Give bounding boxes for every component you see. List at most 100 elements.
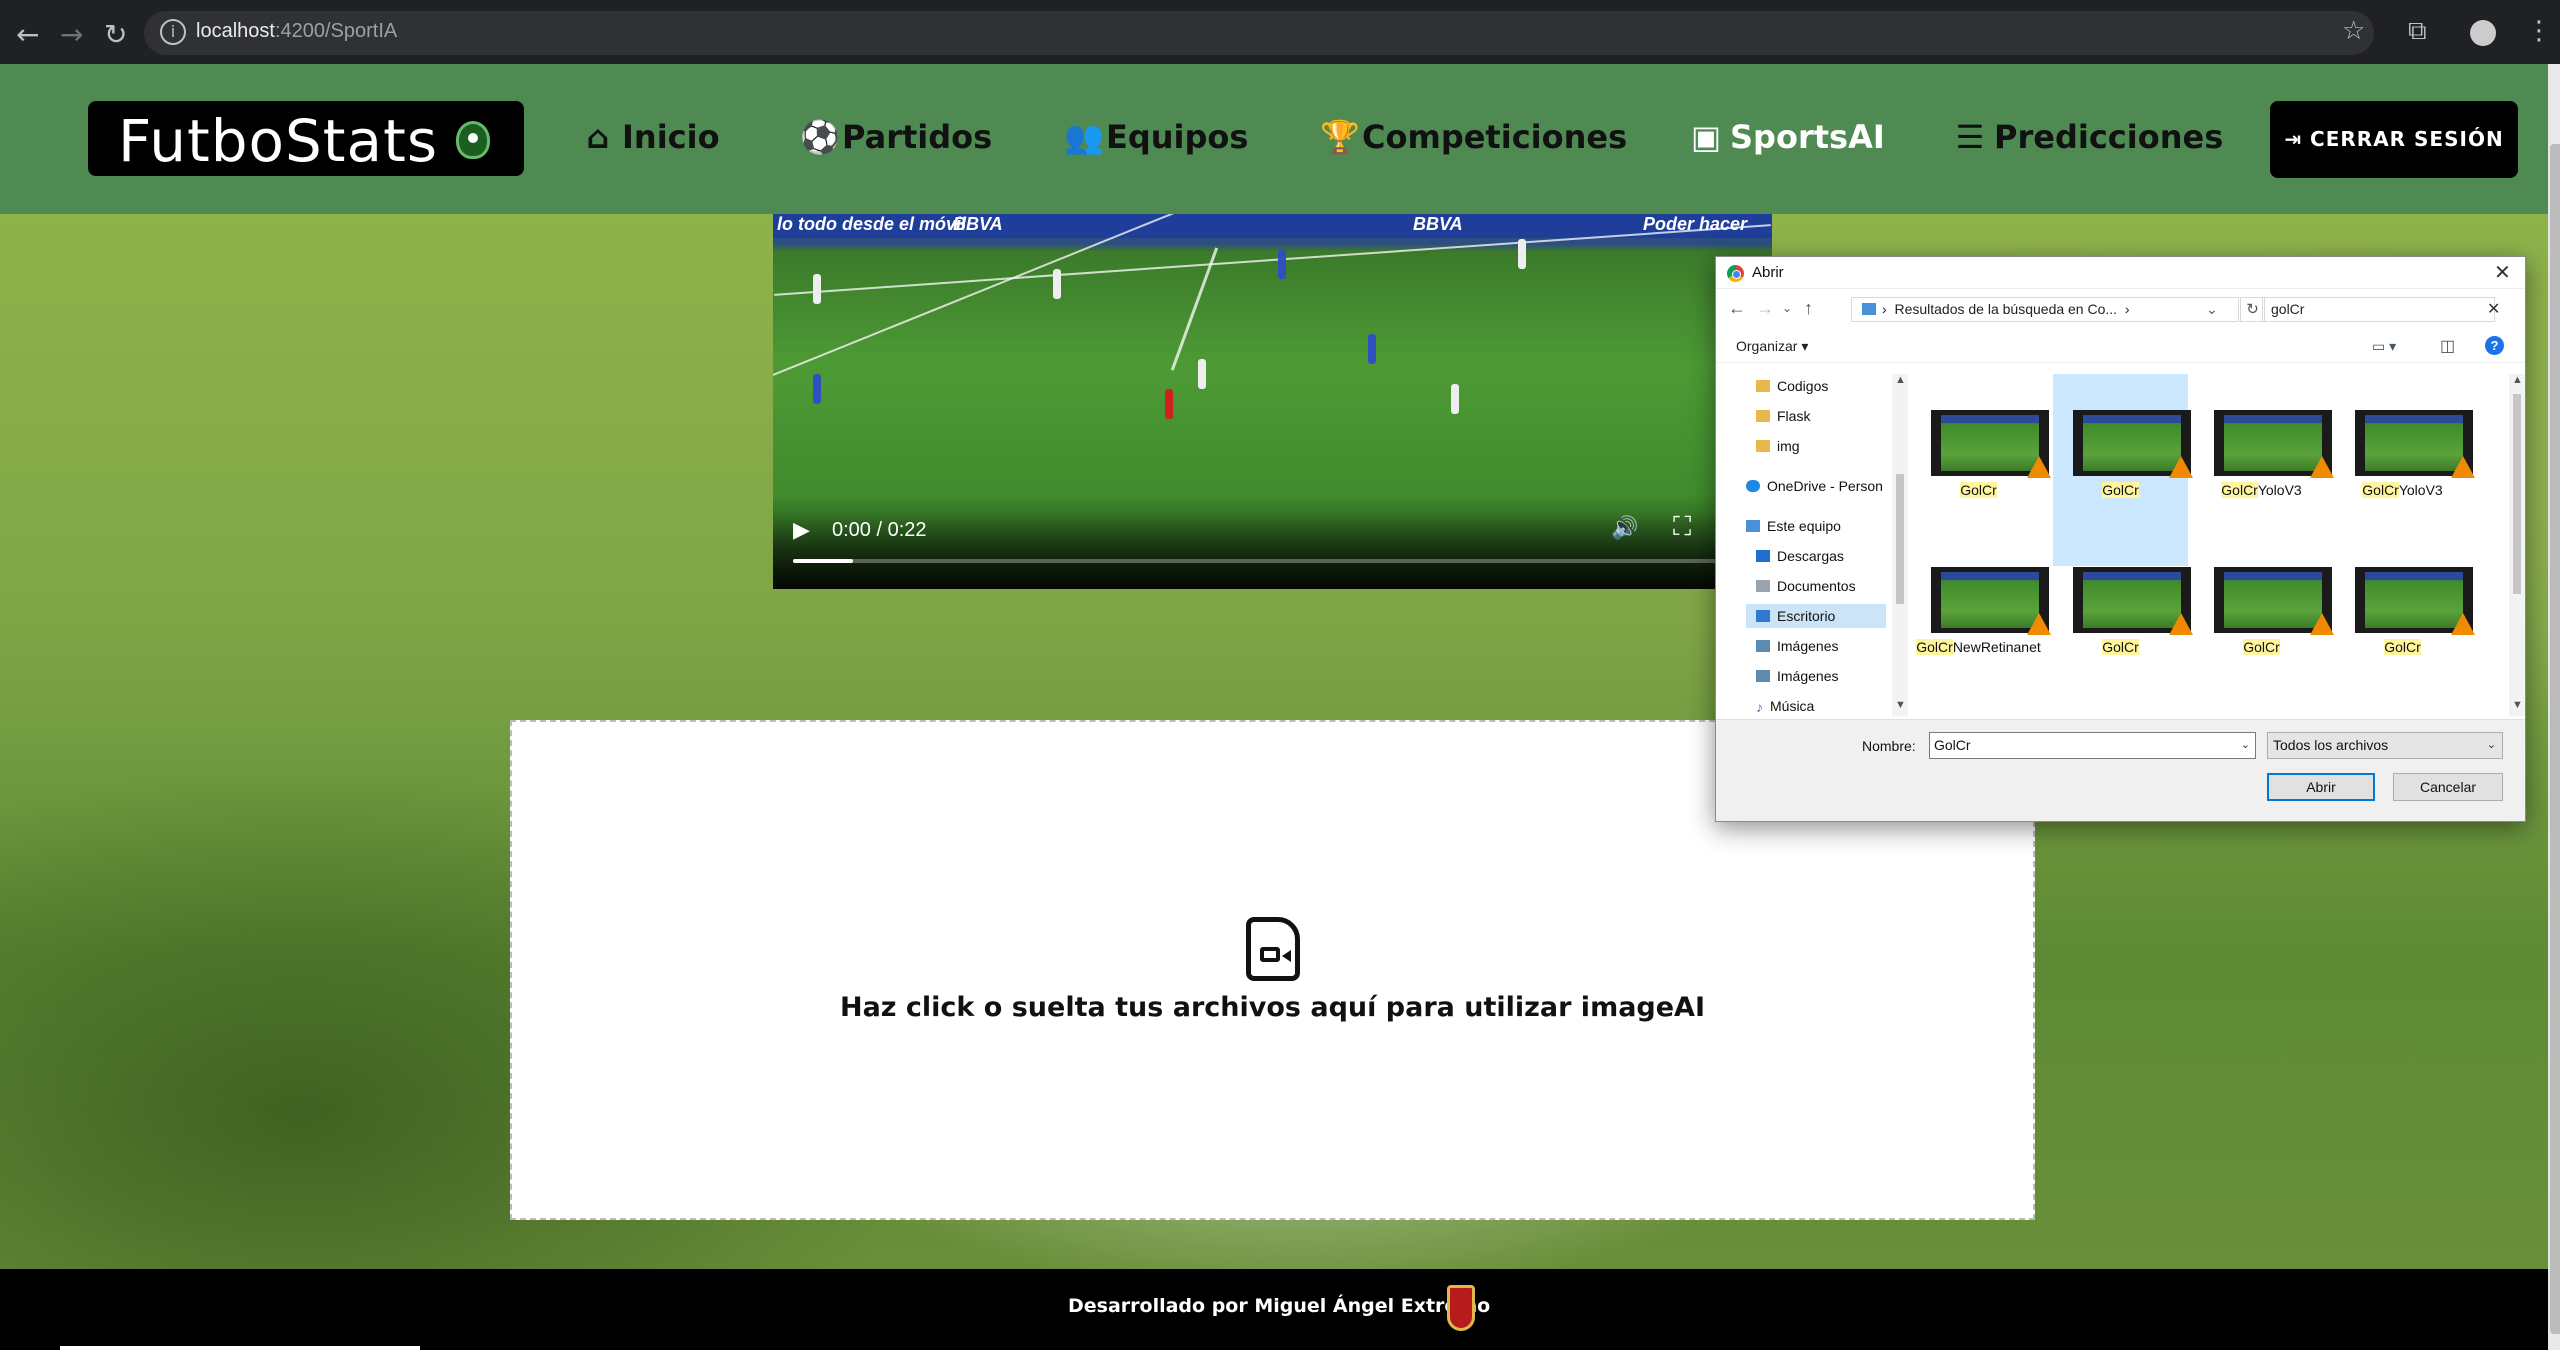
- page-scrollbar[interactable]: [2548, 64, 2560, 1350]
- folder-icon: [1756, 410, 1770, 422]
- file-item[interactable]: GolCr: [2194, 531, 2334, 716]
- nav-inicio[interactable]: ⌂ Inicio: [580, 118, 720, 156]
- soccer-ball-icon: ⚽: [800, 118, 840, 156]
- file-name: GolCr: [1960, 482, 1997, 498]
- view-options-icon[interactable]: ▭ ▾: [2372, 338, 2396, 355]
- file-name: GolCr: [2102, 639, 2139, 655]
- extensions-icon[interactable]: ⧉: [2408, 16, 2427, 47]
- play-icon[interactable]: ▶: [793, 518, 810, 543]
- forward-icon[interactable]: →: [1756, 298, 1774, 319]
- tree-item-descargas[interactable]: Descargas: [1756, 544, 1886, 568]
- chevron-down-icon[interactable]: ⌄: [2206, 298, 2218, 321]
- video-thumbnail-icon: [2214, 410, 2334, 478]
- computer-icon: [1746, 520, 1760, 532]
- file-item[interactable]: GolCrNewRetinanet: [1911, 531, 2051, 716]
- filename-input[interactable]: GolCr ⌄: [1929, 732, 2256, 759]
- menu-icon[interactable]: ⋮: [2526, 16, 2552, 46]
- preview-pane-icon[interactable]: ◫: [2440, 336, 2455, 356]
- dialog-title: Abrir: [1752, 264, 1784, 281]
- nav-label: Partidos: [842, 118, 993, 156]
- video-progress-bar[interactable]: [793, 559, 1752, 563]
- player-marker: [1278, 249, 1286, 279]
- chevron-down-icon[interactable]: ⌄: [1782, 301, 1792, 315]
- close-icon[interactable]: ✕: [2494, 260, 2511, 285]
- cancel-button[interactable]: Cancelar: [2393, 773, 2503, 801]
- player-marker: [1368, 334, 1376, 364]
- tree-item-codigos[interactable]: Codigos: [1756, 374, 1876, 398]
- users-icon: 👥: [1064, 118, 1104, 156]
- image-icon: [1756, 670, 1770, 682]
- scrollbar-thumb[interactable]: [1896, 474, 1904, 604]
- scrollbar-thumb[interactable]: [2513, 394, 2521, 594]
- site-logo[interactable]: FutboStats: [88, 101, 524, 176]
- tree-item-escritorio[interactable]: Escritorio: [1746, 604, 1886, 628]
- download-icon: [1756, 550, 1770, 562]
- nav-label: Predicciones: [1994, 118, 2224, 156]
- back-icon[interactable]: ←: [16, 18, 39, 51]
- nav-sportsai[interactable]: ▣ SportsAI: [1688, 118, 1885, 156]
- player-marker: [1198, 359, 1206, 389]
- nav-competiciones[interactable]: 🏆Competiciones: [1320, 118, 1627, 156]
- chevron-down-icon[interactable]: ▼: [1895, 699, 1906, 711]
- tree-item-img[interactable]: img: [1756, 434, 1876, 458]
- back-icon[interactable]: ←: [1728, 298, 1746, 319]
- search-value: golCr: [2271, 301, 2305, 317]
- chevron-down-icon[interactable]: ▼: [2512, 699, 2523, 711]
- dialog-search-input[interactable]: golCr ✕: [2262, 297, 2500, 322]
- nav-equipos[interactable]: 👥Equipos: [1064, 118, 1248, 156]
- address-bar[interactable]: i localhost:4200/SportIA: [144, 11, 2374, 55]
- grid-scrollbar[interactable]: ▲ ▼: [2509, 374, 2525, 716]
- scrollbar-thumb[interactable]: [2550, 144, 2560, 1334]
- file-name: GolCr: [2384, 639, 2421, 655]
- logo-badge-icon: [456, 121, 490, 159]
- forward-icon[interactable]: →: [60, 18, 83, 51]
- up-icon[interactable]: ↑: [1804, 298, 1813, 319]
- site-footer: Desarrollado por Miguel Ángel Extremo: [0, 1269, 2548, 1350]
- trophy-icon: 🏆: [1320, 118, 1360, 156]
- chevron-up-icon[interactable]: ▲: [2512, 374, 2523, 386]
- url-text: localhost:4200/SportIA: [196, 20, 398, 42]
- tree-item-imagenes-2[interactable]: Imágenes: [1756, 664, 1886, 688]
- tree-label: Escritorio: [1777, 608, 1836, 624]
- file-name: GolCrNewRetinanet: [1916, 639, 2041, 655]
- reload-icon[interactable]: ↻: [104, 18, 127, 51]
- tree-item-flask[interactable]: Flask: [1756, 404, 1876, 428]
- ad-text: lo todo desde el móvil: [777, 214, 967, 234]
- footer-credit: Desarrollado por Miguel Ángel Extremo: [1068, 1295, 1491, 1317]
- tree-label: Flask: [1777, 408, 1811, 424]
- fullscreen-icon[interactable]: ⛶: [1673, 512, 1691, 543]
- chevron-down-icon[interactable]: ⌄: [2241, 733, 2250, 758]
- logout-button[interactable]: ⇥ CERRAR SESIÓN: [2270, 101, 2518, 178]
- close-icon[interactable]: ✕: [2487, 298, 2500, 321]
- site-info-icon[interactable]: i: [160, 19, 186, 45]
- help-icon[interactable]: ?: [2485, 336, 2504, 355]
- tree-item-onedrive[interactable]: OneDrive - Person: [1746, 474, 1886, 498]
- video-player[interactable]: lo todo desde el móvil BBVA BBVA Poder h…: [773, 214, 1772, 589]
- bookmark-star-icon[interactable]: ☆: [2342, 16, 2365, 46]
- folder-tree: Codigos Flask img OneDrive - Person Este…: [1726, 374, 1886, 714]
- logout-icon: ⇥: [2284, 127, 2311, 151]
- profile-avatar[interactable]: [2470, 20, 2496, 46]
- player-marker: [1053, 269, 1061, 299]
- nav-partidos[interactable]: ⚽Partidos: [800, 118, 992, 156]
- mute-icon[interactable]: 🔊: [1611, 516, 1638, 541]
- dialog-address-bar[interactable]: › Resultados de la búsqueda en Co... › ⌄: [1851, 297, 2239, 322]
- tree-item-documentos[interactable]: Documentos: [1756, 574, 1886, 598]
- tree-item-este-equipo[interactable]: Este equipo: [1746, 514, 1886, 538]
- nav-predicciones[interactable]: ☰ Predicciones: [1952, 118, 2224, 156]
- tree-label: Este equipo: [1767, 518, 1841, 534]
- tree-scrollbar[interactable]: ▲ ▼: [1892, 374, 1908, 716]
- open-button[interactable]: Abrir: [2267, 773, 2375, 801]
- chevron-up-icon[interactable]: ▲: [1895, 374, 1906, 386]
- file-item[interactable]: GolCr: [2335, 531, 2475, 716]
- dialog-command-bar: Organizar ▾ ▭ ▾ ◫ ?: [1716, 329, 2525, 363]
- file-type-select[interactable]: Todos los archivos ⌄: [2267, 732, 2503, 759]
- site-header: FutboStats ⌂ Inicio ⚽Partidos 👥Equipos 🏆C…: [0, 64, 2548, 214]
- organize-menu[interactable]: Organizar ▾: [1736, 338, 1808, 355]
- dialog-footer: Nombre: GolCr ⌄ Todos los archivos ⌄ Abrir…: [1716, 719, 2525, 821]
- tree-item-musica[interactable]: ♪ Música: [1756, 694, 1886, 714]
- file-item[interactable]: GolCr: [2053, 531, 2193, 716]
- tree-item-imagenes[interactable]: Imágenes: [1756, 634, 1886, 658]
- pitch-line: [773, 214, 1237, 376]
- chrome-icon: [1727, 265, 1744, 282]
